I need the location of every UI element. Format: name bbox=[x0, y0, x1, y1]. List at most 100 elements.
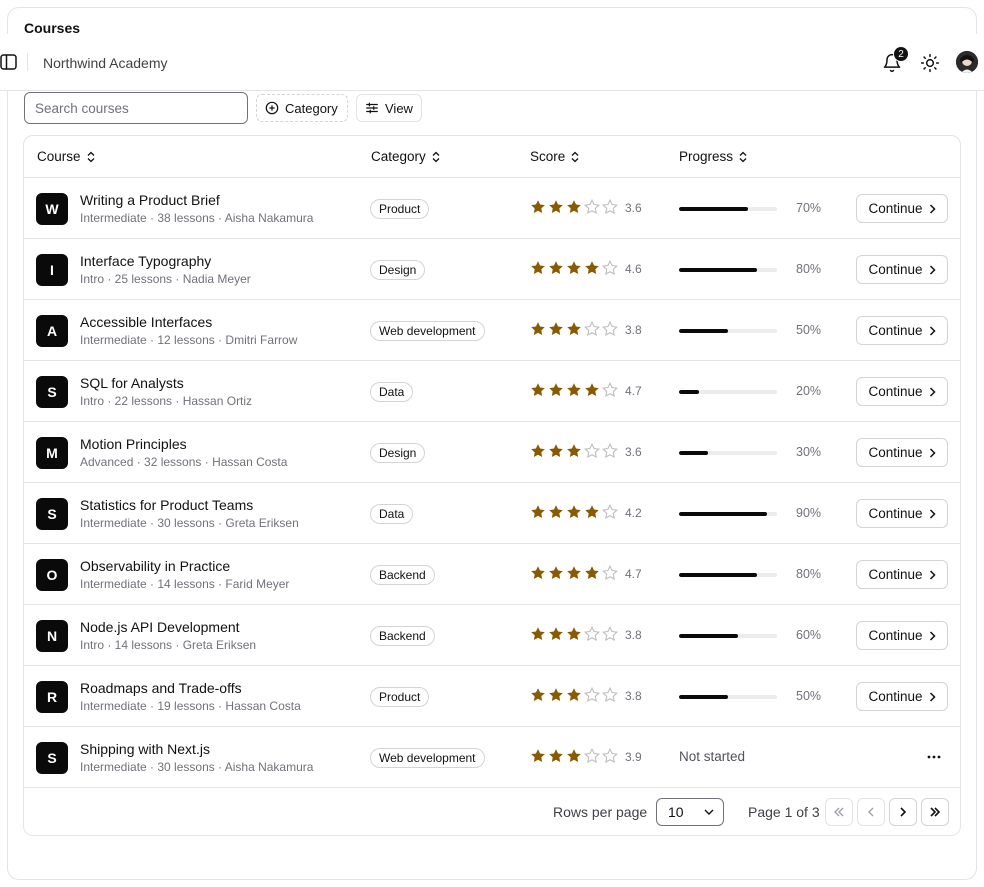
course-title[interactable]: Statistics for Product Teams bbox=[80, 497, 253, 513]
progress-bar bbox=[679, 512, 777, 516]
continue-button[interactable]: Continue bbox=[856, 621, 948, 650]
table-row: N Node.js API Development Intro · 14 les… bbox=[24, 605, 960, 666]
progress-bar bbox=[679, 451, 777, 455]
chevron-right-icon bbox=[929, 508, 936, 519]
star-empty-icon bbox=[584, 626, 600, 642]
progress-percent: 80% bbox=[796, 262, 822, 276]
category-badge: Data bbox=[370, 504, 414, 524]
star-filled-icon bbox=[531, 627, 545, 640]
chevrons-left-icon bbox=[834, 807, 844, 817]
continue-button-label: Continue bbox=[868, 262, 923, 277]
score-value: 3.8 bbox=[625, 689, 642, 703]
star-filled-icon bbox=[549, 383, 563, 396]
row-actions-menu-button[interactable] bbox=[922, 745, 946, 769]
star-filled-icon bbox=[567, 505, 581, 518]
continue-button[interactable]: Continue bbox=[856, 499, 948, 528]
continue-button[interactable]: Continue bbox=[856, 560, 948, 589]
course-initial-avatar: S bbox=[36, 498, 68, 530]
star-filled-icon bbox=[549, 261, 563, 274]
star-filled-icon bbox=[567, 566, 581, 579]
progress-percent: 90% bbox=[796, 506, 822, 520]
score-value: 3.6 bbox=[625, 445, 642, 459]
star-filled-icon bbox=[531, 200, 545, 213]
user-avatar[interactable] bbox=[956, 51, 978, 73]
previous-page-button[interactable] bbox=[857, 798, 885, 826]
progress-percent: 50% bbox=[796, 323, 822, 337]
course-title[interactable]: Shipping with Next.js bbox=[80, 741, 210, 757]
continue-button-label: Continue bbox=[868, 628, 923, 643]
course-details: Intermediate · 14 lessons · Farid Meyer bbox=[80, 577, 290, 591]
column-header-score-label: Score bbox=[530, 149, 566, 164]
course-details: Intermediate · 19 lessons · Hassan Costa bbox=[80, 699, 301, 713]
next-page-button[interactable] bbox=[889, 798, 917, 826]
star-filled-icon bbox=[567, 383, 581, 396]
course-title[interactable]: Motion Principles bbox=[80, 436, 187, 452]
theme-toggle-sun-icon[interactable] bbox=[920, 53, 940, 73]
star-empty-icon bbox=[602, 626, 618, 642]
star-rating bbox=[530, 199, 618, 217]
table-row: S Shipping with Next.js Intermediate · 3… bbox=[24, 727, 960, 788]
star-filled-icon bbox=[531, 383, 545, 396]
sidebar-toggle-icon[interactable] bbox=[0, 54, 18, 70]
star-empty-icon bbox=[602, 504, 618, 520]
course-details: Intro · 14 lessons · Greta Eriksen bbox=[80, 638, 257, 652]
star-filled-icon bbox=[549, 749, 563, 762]
continue-button-label: Continue bbox=[868, 689, 923, 704]
star-filled-icon bbox=[585, 566, 599, 579]
course-title[interactable]: Accessible Interfaces bbox=[80, 314, 212, 330]
courses-table: Course Category Score Progress W Writing… bbox=[23, 135, 961, 836]
continue-button[interactable]: Continue bbox=[856, 316, 948, 345]
category-badge: Design bbox=[370, 260, 426, 280]
continue-button[interactable]: Continue bbox=[856, 255, 948, 284]
category-badge: Product bbox=[370, 687, 430, 707]
progress-percent: 70% bbox=[796, 201, 822, 215]
star-filled-icon bbox=[549, 505, 563, 518]
star-filled-icon bbox=[549, 627, 563, 640]
progress-percent: 30% bbox=[796, 445, 822, 459]
course-title[interactable]: SQL for Analysts bbox=[80, 375, 184, 391]
star-filled-icon bbox=[585, 383, 599, 396]
star-empty-icon bbox=[584, 443, 600, 459]
score-value: 4.2 bbox=[625, 506, 642, 520]
star-filled-icon bbox=[531, 322, 545, 335]
rows-per-page-select[interactable]: 10 bbox=[656, 798, 724, 826]
table-header: Course Category Score Progress bbox=[24, 136, 960, 178]
column-header-course[interactable]: Course bbox=[37, 149, 95, 164]
continue-button[interactable]: Continue bbox=[856, 682, 948, 711]
column-header-course-label: Course bbox=[37, 149, 81, 164]
course-title[interactable]: Node.js API Development bbox=[80, 619, 240, 635]
column-header-category[interactable]: Category bbox=[371, 149, 440, 164]
view-options-button[interactable]: View bbox=[356, 94, 422, 122]
category-filter-button[interactable]: Category bbox=[256, 94, 348, 122]
chevron-right-icon bbox=[929, 691, 936, 702]
chevron-right-icon bbox=[929, 203, 936, 214]
score-value: 4.6 bbox=[625, 262, 642, 276]
sort-icon bbox=[739, 151, 747, 162]
column-header-progress[interactable]: Progress bbox=[679, 149, 747, 164]
star-filled-icon bbox=[567, 444, 581, 457]
search-courses-input[interactable] bbox=[24, 92, 248, 124]
star-empty-icon bbox=[602, 443, 618, 459]
continue-button-label: Continue bbox=[868, 201, 923, 216]
star-empty-icon bbox=[602, 321, 618, 337]
course-title[interactable]: Interface Typography bbox=[80, 253, 211, 269]
continue-button[interactable]: Continue bbox=[856, 438, 948, 467]
star-filled-icon bbox=[549, 444, 563, 457]
table-row: S SQL for Analysts Intro · 22 lessons · … bbox=[24, 361, 960, 422]
continue-button[interactable]: Continue bbox=[856, 377, 948, 406]
sort-icon bbox=[87, 151, 94, 162]
view-options-label: View bbox=[385, 100, 413, 116]
progress-bar bbox=[679, 329, 777, 333]
course-title[interactable]: Writing a Product Brief bbox=[80, 192, 220, 208]
course-title[interactable]: Roadmaps and Trade-offs bbox=[80, 680, 242, 696]
category-badge: Web development bbox=[370, 321, 485, 341]
last-page-button[interactable] bbox=[921, 798, 949, 826]
chevron-right-icon bbox=[929, 386, 936, 397]
table-row: W Writing a Product Brief Intermediate ·… bbox=[24, 178, 960, 239]
first-page-button[interactable] bbox=[825, 798, 853, 826]
star-filled-icon bbox=[567, 749, 581, 762]
course-title[interactable]: Observability in Practice bbox=[80, 558, 230, 574]
continue-button[interactable]: Continue bbox=[856, 194, 948, 223]
star-filled-icon bbox=[567, 688, 581, 701]
column-header-score[interactable]: Score bbox=[530, 149, 579, 164]
